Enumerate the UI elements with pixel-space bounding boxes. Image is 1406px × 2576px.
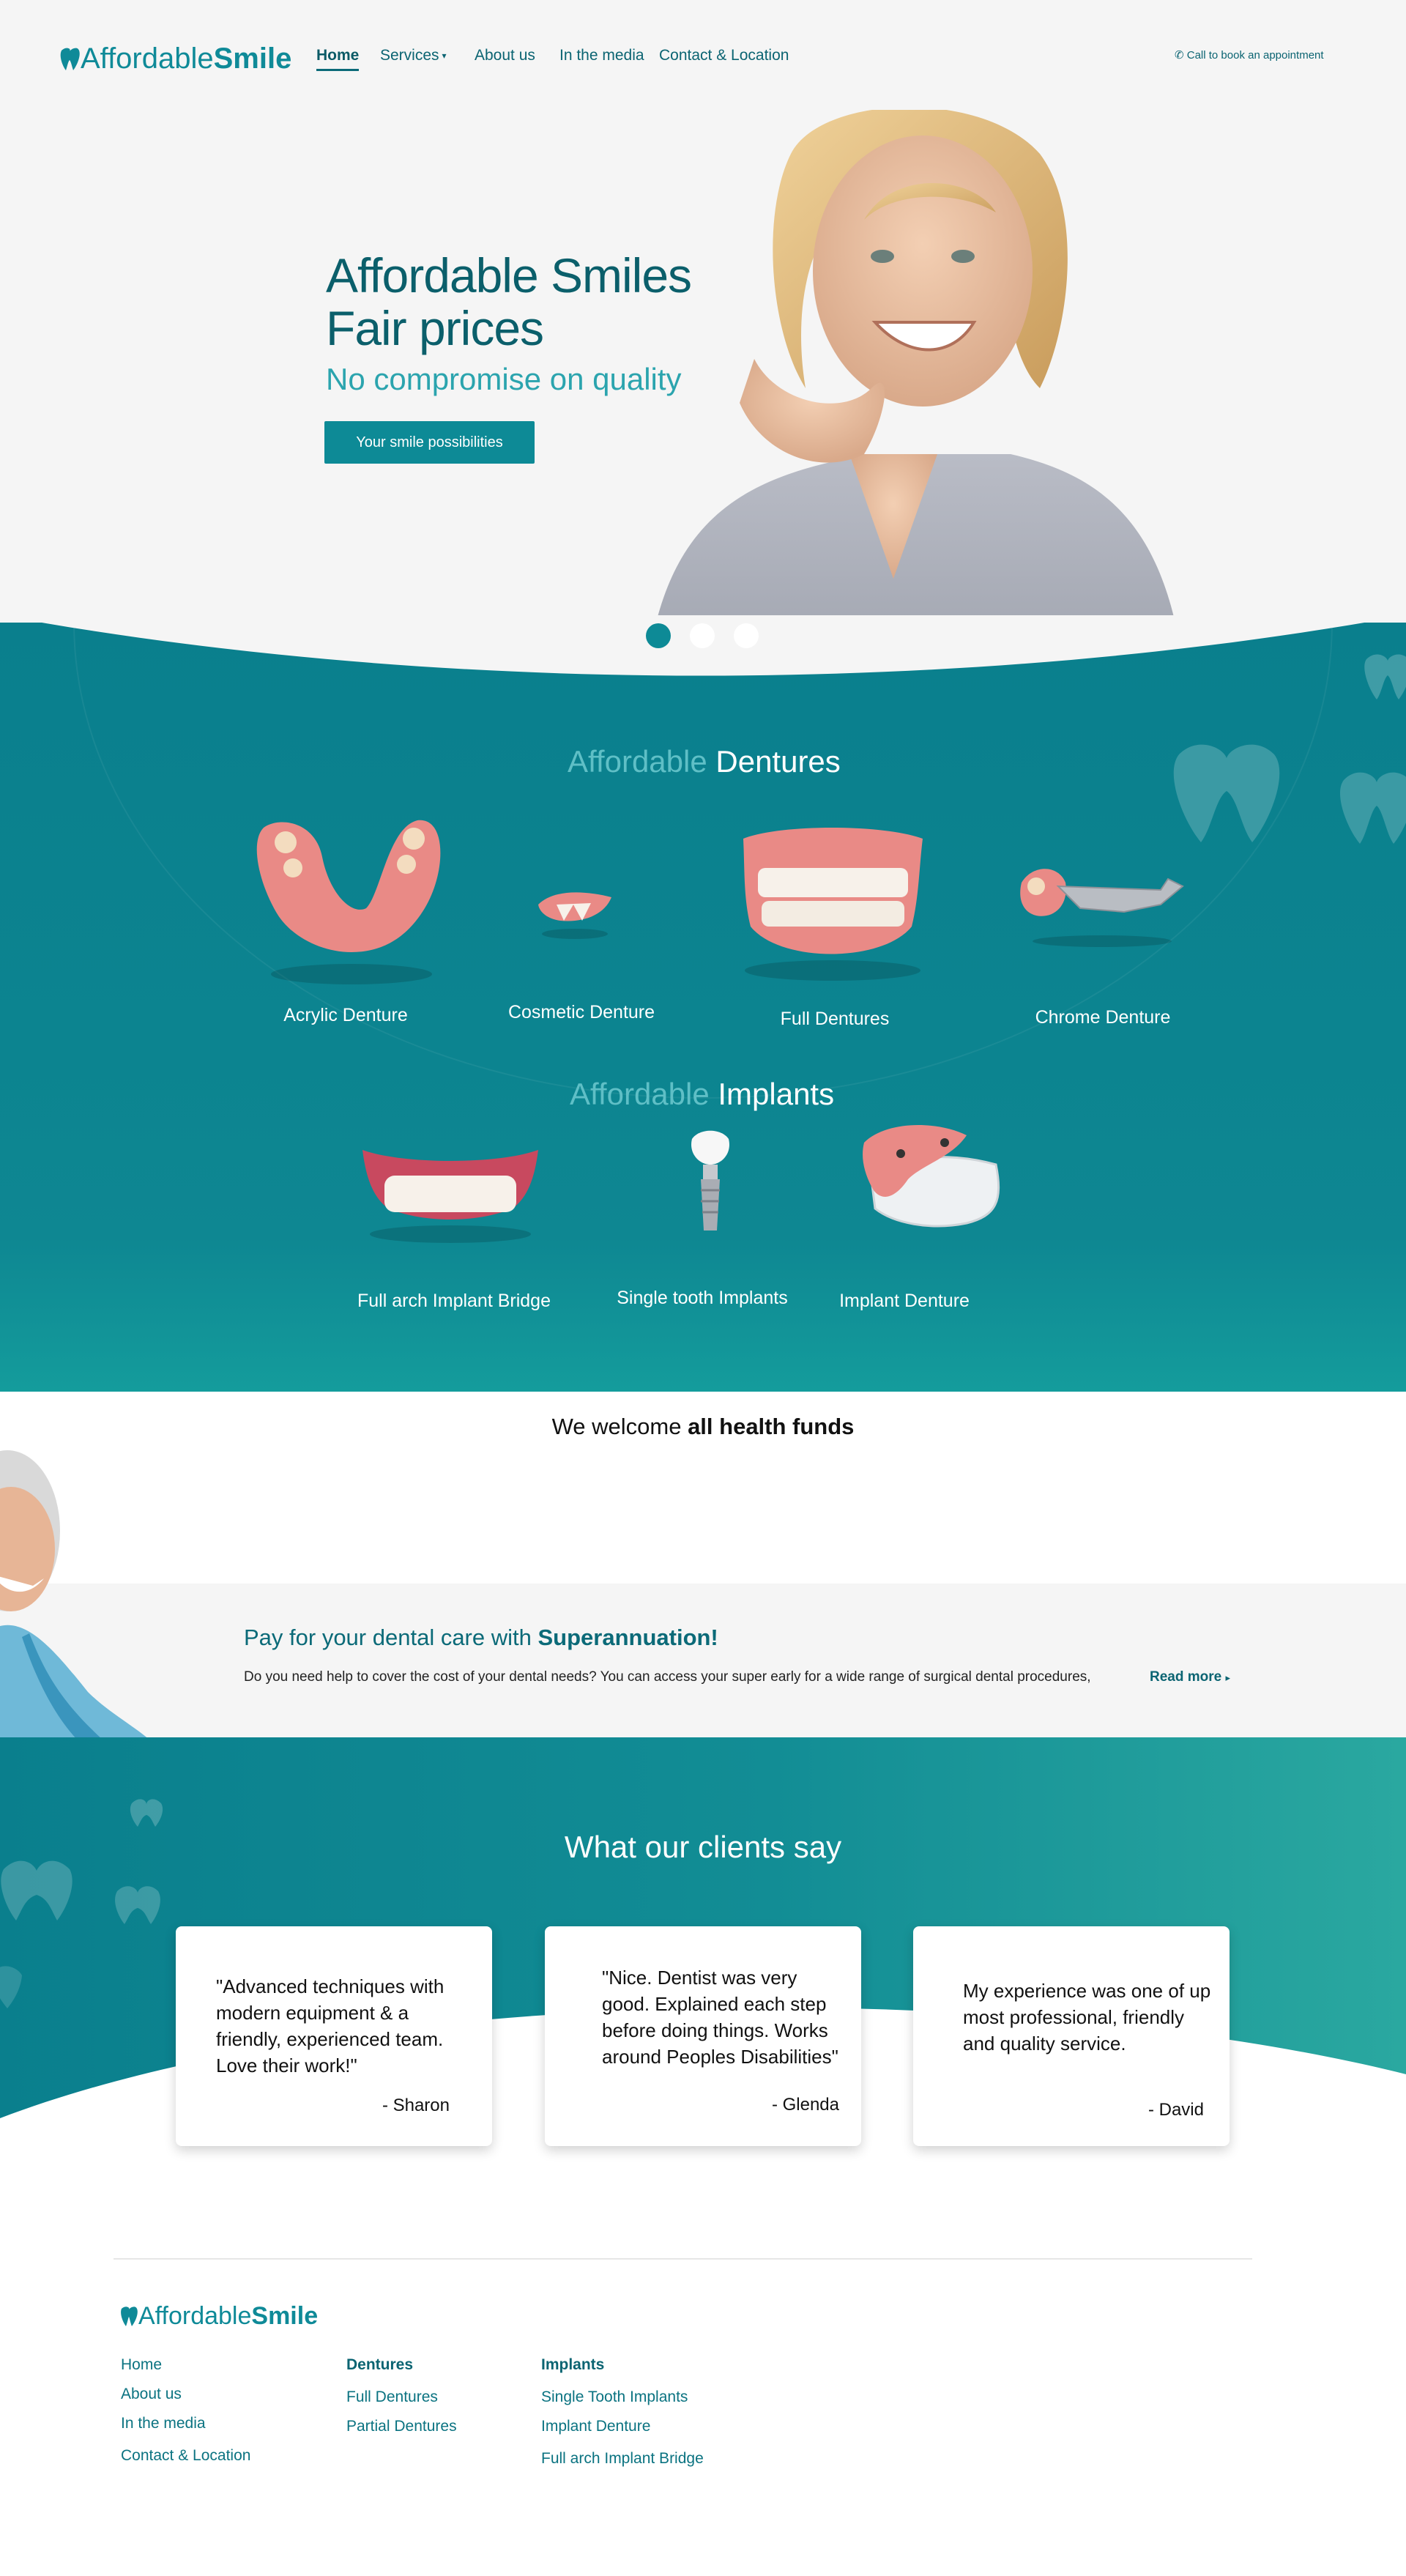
- footer-link-full-dentures[interactable]: Full Dentures: [346, 2388, 438, 2406]
- tooth-logo-icon: [121, 2306, 138, 2326]
- testimonial-card-1: "Advanced techniques with modern equipme…: [176, 1926, 492, 2146]
- dentures-title-light: Affordable: [568, 744, 707, 779]
- phone-cta-link[interactable]: ✆ Call to book an appointment: [1175, 48, 1324, 62]
- testimonial-quote: "Advanced techniques with modern equipme…: [216, 1975, 445, 2076]
- hero-cta-button[interactable]: Your smile possibilities: [324, 421, 535, 464]
- health-funds-heading: We welcome all health funds: [0, 1414, 1406, 1440]
- nav-home[interactable]: Home: [316, 47, 360, 71]
- tooth-watermark-icon: [1340, 772, 1406, 844]
- brand-name-light: Affordable: [81, 42, 214, 75]
- slider-dot-1[interactable]: [646, 623, 671, 648]
- testimonial-quote: My experience was one of up most profess…: [963, 1980, 1211, 2055]
- implants-title-light: Affordable: [570, 1077, 710, 1111]
- footer-link-implant-denture[interactable]: Implant Denture: [541, 2418, 650, 2435]
- read-more-link[interactable]: Read more ▸: [1150, 1669, 1230, 1685]
- footer-link-about[interactable]: About us: [121, 2386, 182, 2403]
- dentures-title-strong: Dentures: [715, 744, 841, 779]
- nav-contact[interactable]: Contact & Location: [659, 47, 789, 64]
- testimonial-quote: "Nice. Dentist was very good. Explained …: [602, 1967, 838, 2068]
- site-header: Affordable Smile Home Services ▾ About us …: [0, 0, 1406, 121]
- nav-services-label: Services: [380, 47, 439, 64]
- chrome-denture-image: [1020, 869, 1184, 947]
- product-label-cosmetic[interactable]: Cosmetic Denture: [508, 1002, 655, 1023]
- phone-cta-label: Call to book an appointment: [1186, 49, 1324, 62]
- full-arch-bridge-image: [362, 1150, 538, 1243]
- testimonial-author: - Glenda: [771, 2095, 839, 2115]
- footer-heading-implants[interactable]: Implants: [541, 2356, 604, 2374]
- testimonial-author: - Sharon: [382, 2096, 450, 2115]
- dentures-title: Affordable Dentures: [568, 744, 841, 779]
- products-section: [0, 623, 1406, 1392]
- product-label-single-tooth[interactable]: Single tooth Implants: [617, 1288, 787, 1309]
- senior-woman-image: [0, 1450, 157, 1747]
- super-description: Do you need help to cover the cost of yo…: [244, 1669, 1091, 1685]
- single-implant-image: [691, 1130, 729, 1231]
- testimonials-title: What our clients say: [564, 1830, 842, 1864]
- super-title-bold: Superannuation!: [538, 1625, 718, 1650]
- nav-about[interactable]: About us: [475, 47, 535, 64]
- footer-link-partial-dentures[interactable]: Partial Dentures: [346, 2418, 457, 2435]
- tooth-logo-icon: [60, 48, 80, 70]
- footer-logo[interactable]: Affordable Smile: [119, 2302, 318, 2331]
- product-label-implant-denture[interactable]: Implant Denture: [839, 1291, 970, 1312]
- footer-link-full-arch[interactable]: Full arch Implant Bridge: [541, 2450, 704, 2468]
- caret-down-icon: ▾: [442, 51, 447, 62]
- footer-link-home[interactable]: Home: [121, 2356, 162, 2374]
- brand-logo[interactable]: Affordable Smile: [59, 42, 291, 75]
- product-label-chrome[interactable]: Chrome Denture: [1035, 1007, 1171, 1028]
- cosmetic-denture-image: [538, 892, 611, 939]
- implants-title: Affordable Implants: [570, 1077, 834, 1112]
- product-label-full[interactable]: Full Dentures: [781, 1009, 890, 1030]
- product-label-full-arch[interactable]: Full arch Implant Bridge: [357, 1291, 551, 1312]
- hero-subtitle: No compromise on quality: [326, 362, 682, 396]
- footer-link-single-tooth[interactable]: Single Tooth Implants: [541, 2388, 688, 2406]
- super-title-text: Pay for your dental care with: [244, 1625, 532, 1650]
- implant-denture-image: [863, 1125, 1000, 1228]
- footer-divider: [114, 2258, 1252, 2260]
- hero-woman-image: [645, 110, 1186, 688]
- phone-icon: ✆: [1175, 49, 1184, 62]
- super-title: Pay for your dental care with Superannua…: [244, 1625, 718, 1651]
- implants-title-strong: Implants: [718, 1077, 835, 1111]
- footer-brand-bold: Smile: [251, 2302, 319, 2330]
- full-dentures-image: [743, 828, 923, 981]
- superannuation-band: [0, 1584, 1406, 1737]
- footer-brand-light: Affordable: [138, 2302, 252, 2330]
- footer-link-contact[interactable]: Contact & Location: [121, 2447, 250, 2465]
- slider-dot-3[interactable]: [734, 623, 759, 648]
- caret-right-icon: ▸: [1225, 1672, 1231, 1683]
- testimonial-author: - David: [1148, 2100, 1204, 2120]
- nav-media[interactable]: In the media: [559, 47, 644, 64]
- brand-name-bold: Smile: [213, 42, 292, 75]
- nav-services[interactable]: Services ▾: [380, 47, 447, 64]
- acrylic-denture-image: [256, 820, 441, 984]
- hero-title-line1: Affordable Smiles: [326, 248, 692, 302]
- slider-dot-2[interactable]: [690, 623, 715, 648]
- funds-text: We welcome: [551, 1414, 682, 1439]
- testimonial-card-3: My experience was one of up most profess…: [913, 1926, 1230, 2146]
- read-more-label: Read more: [1150, 1669, 1222, 1685]
- testimonial-card-2: "Nice. Dentist was very good. Explained …: [545, 1926, 861, 2146]
- funds-bold: all health funds: [688, 1414, 855, 1439]
- footer-link-media[interactable]: In the media: [121, 2415, 206, 2432]
- hero-title-line2: Fair prices: [326, 301, 544, 355]
- product-label-acrylic[interactable]: Acrylic Denture: [283, 1005, 408, 1026]
- footer-heading-dentures[interactable]: Dentures: [346, 2356, 413, 2374]
